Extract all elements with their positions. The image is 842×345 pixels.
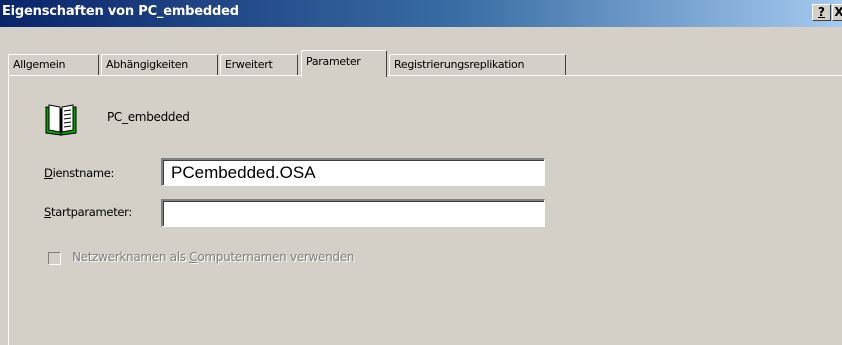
tab-registrierungsreplikation[interactable]: Registrierungsreplikation (389, 54, 566, 75)
title-bar[interactable]: Eigenschaften von PC_embedded ? X (0, 0, 842, 27)
tab-parameter[interactable]: Parameter (301, 50, 387, 77)
help-button[interactable]: ? (812, 4, 831, 21)
book-icon (45, 104, 77, 136)
tab-allgemein[interactable]: Allgemein (8, 54, 99, 75)
tab-abhaengigkeiten[interactable]: Abhängigkeiten (101, 54, 218, 75)
startparameter-label: Startparameter: (44, 205, 132, 219)
computernamen-checkbox-label: Netzwerknamen als Computernamen verwende… (72, 250, 355, 264)
tab-erweitert[interactable]: Erweitert (220, 54, 298, 75)
close-button[interactable]: X (832, 4, 842, 21)
dienstname-field[interactable] (161, 158, 545, 186)
startparameter-field[interactable] (161, 199, 545, 227)
window-title: Eigenschaften von PC_embedded (2, 4, 239, 19)
dienstname-label: Dienstname: (44, 166, 115, 180)
computernamen-checkbox[interactable] (48, 252, 61, 265)
service-name: PC_embedded (107, 110, 190, 124)
